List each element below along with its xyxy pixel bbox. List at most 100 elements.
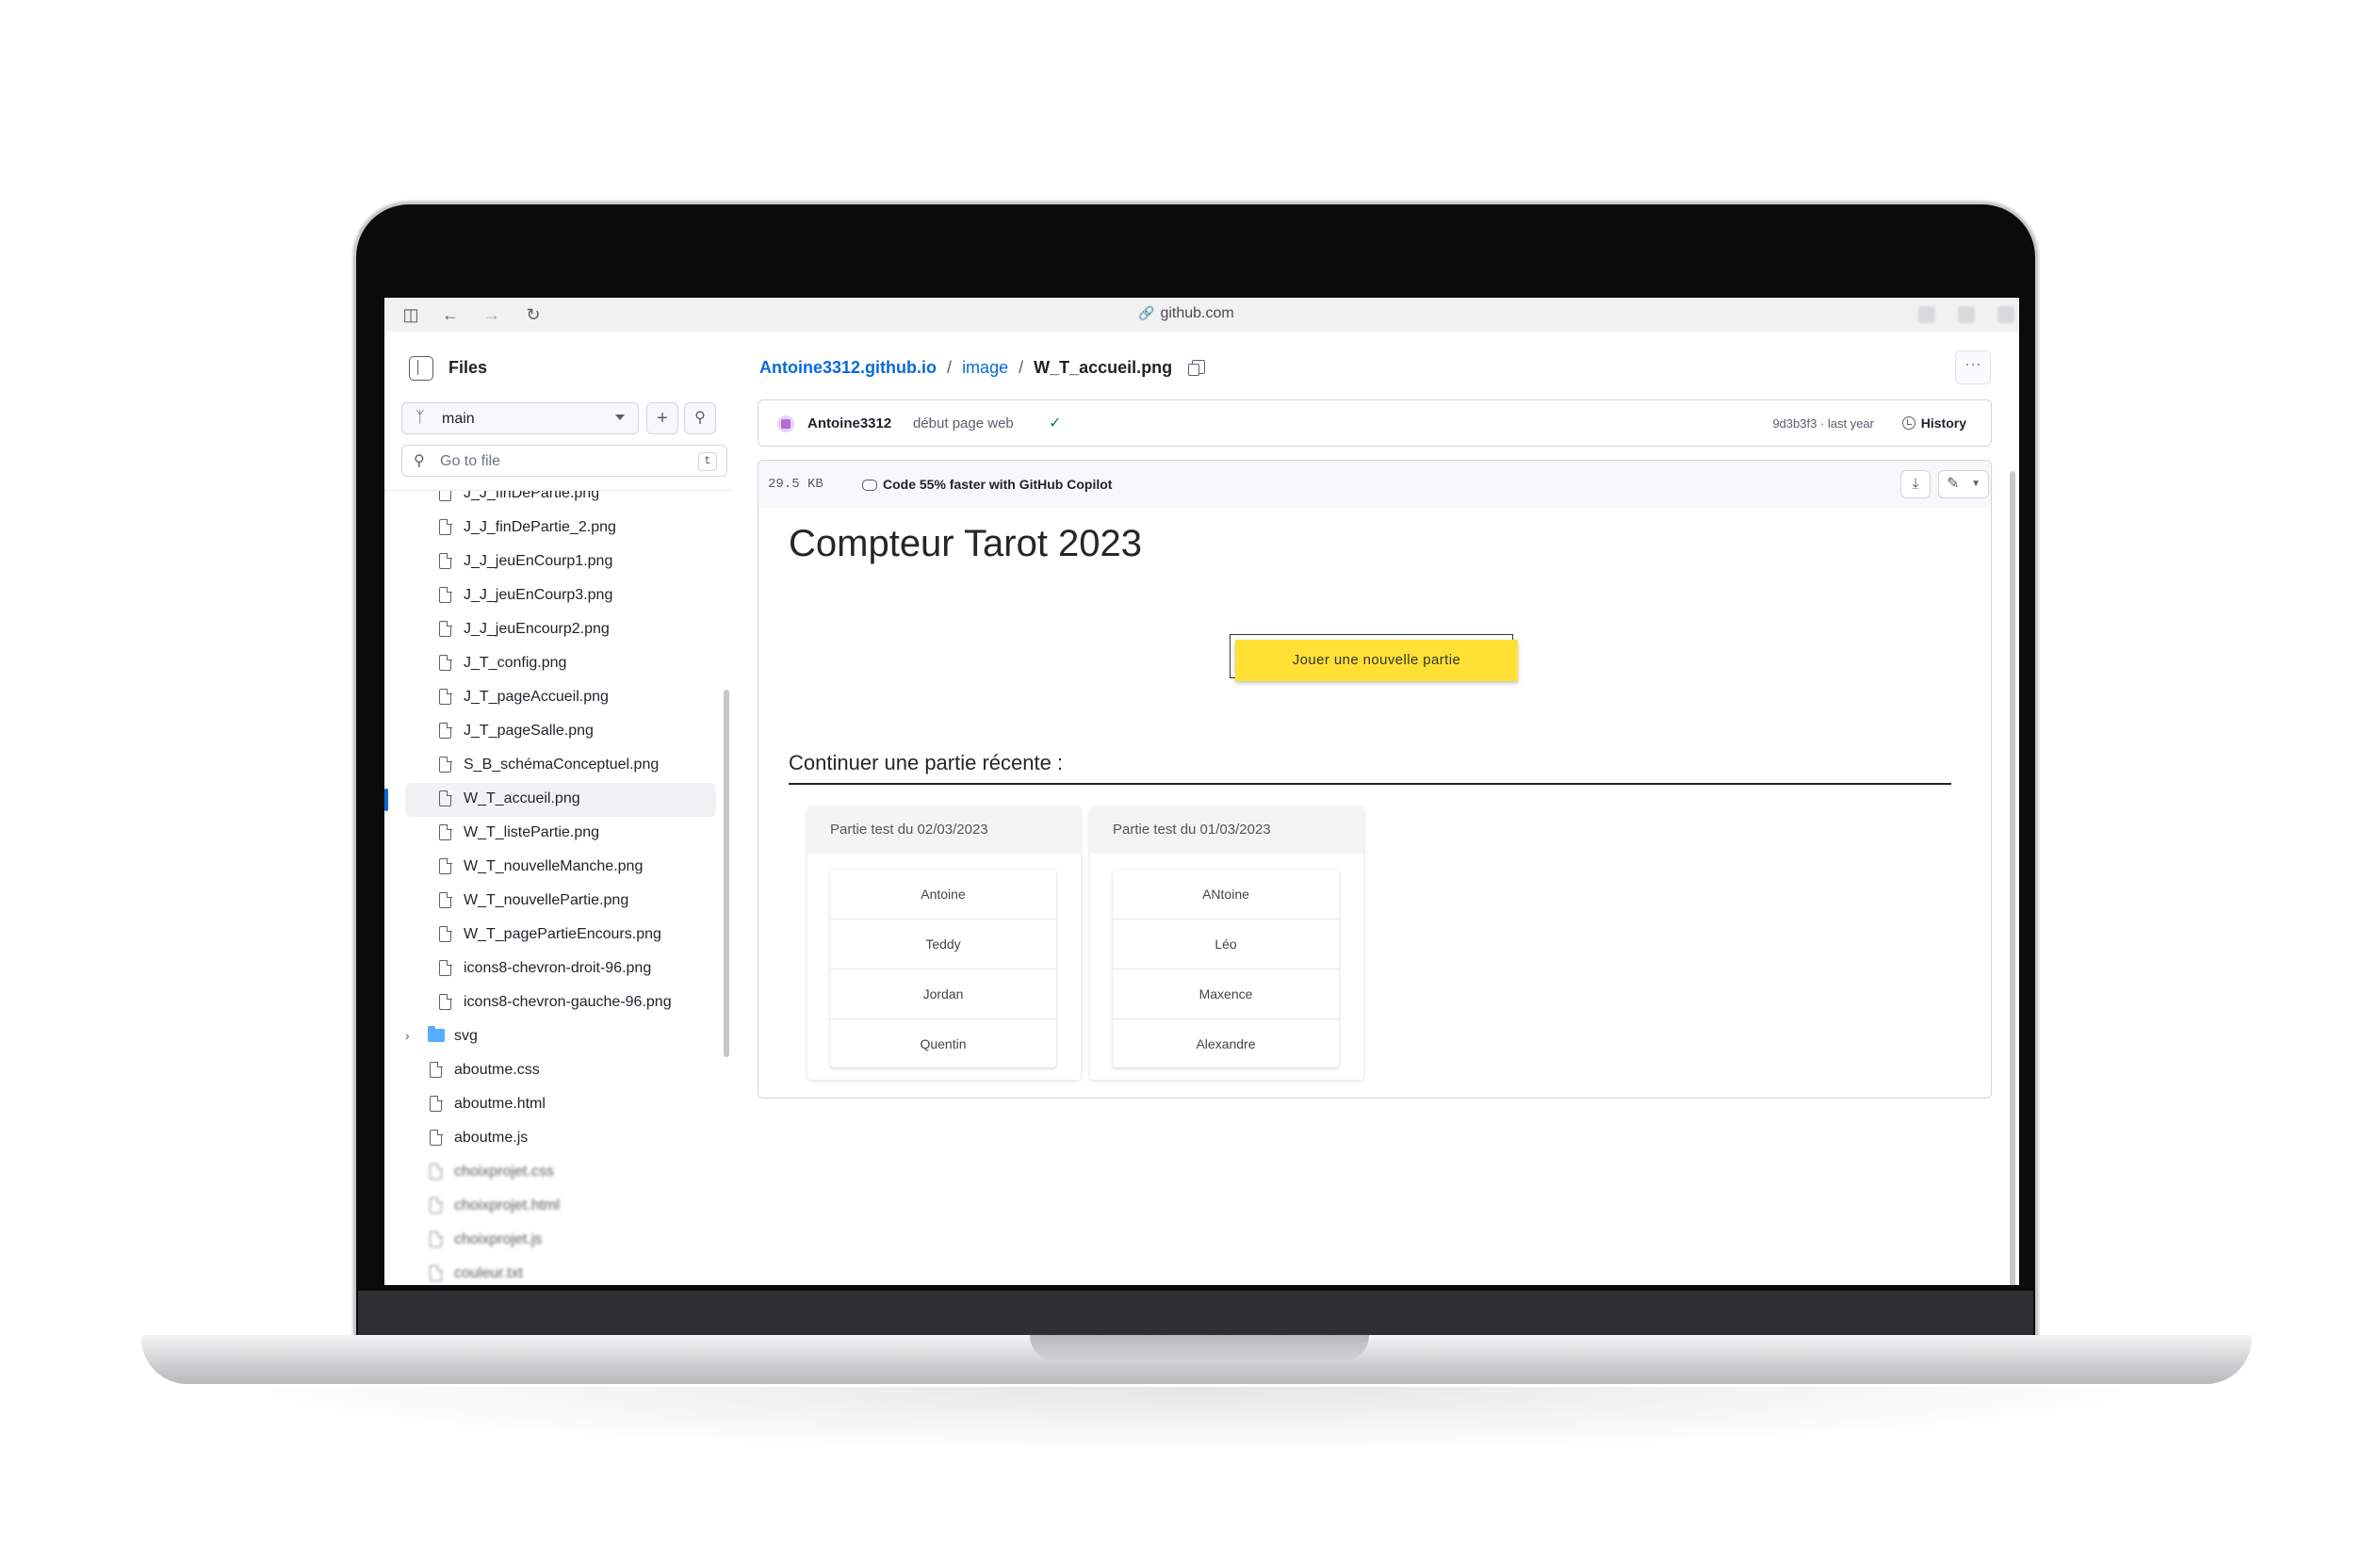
plus-icon: + xyxy=(657,408,668,429)
sidebar-toggle-icon[interactable]: ◫ xyxy=(399,303,422,326)
download-icon: ⤓ xyxy=(1912,476,1919,492)
file-icon xyxy=(439,688,452,705)
file-name: W_T_listePartie.png xyxy=(464,824,600,840)
chevron-down-icon xyxy=(615,415,625,420)
chevron-down-icon[interactable]: ▼ xyxy=(1971,471,1981,497)
page-scrollbar[interactable] xyxy=(2010,471,2015,1285)
file-icon xyxy=(439,620,452,637)
reload-icon[interactable]: ↻ xyxy=(522,303,545,326)
player-name: Antoine xyxy=(830,870,1056,920)
chevron-right-icon[interactable]: › xyxy=(405,1028,410,1043)
breadcrumb-folder-link[interactable]: image xyxy=(962,358,1008,377)
file-name: icons8-chevron-droit-96.png xyxy=(464,960,652,976)
sidebar-title: Files xyxy=(448,358,488,377)
sidebar-scrollbar[interactable] xyxy=(724,690,729,1057)
history-button[interactable]: History xyxy=(1901,415,1966,431)
file-item[interactable]: J_T_config.png xyxy=(384,647,733,681)
breadcrumb-separator: / xyxy=(1019,358,1024,377)
file-name: J_T_pageSalle.png xyxy=(464,723,594,739)
toolbar-tabs-icon[interactable] xyxy=(1997,306,2014,323)
folder-item[interactable]: › svg xyxy=(384,1020,733,1054)
file-name: choixprojet.html xyxy=(454,1197,561,1213)
player-name: Maxence xyxy=(1113,969,1339,1019)
address-bar[interactable]: 🔗 github.com xyxy=(1138,305,1234,322)
ellipsis-icon: ⋯ xyxy=(1964,355,1981,374)
pencil-icon: ✎ xyxy=(1947,476,1960,492)
latest-commit-bar: Antoine3312 début page web ✓ 9d3b3f3 · l… xyxy=(758,399,1992,447)
player-name: Quentin xyxy=(920,1036,967,1051)
search-icon: ⚲ xyxy=(694,410,706,426)
player-name: Léo xyxy=(1113,920,1339,969)
edit-button[interactable]: ✎ ▼ xyxy=(1938,470,1989,498)
file-item[interactable]: J_T_pageAccueil.png xyxy=(384,681,733,715)
file-item[interactable]: J_J_jeuEncourp2.png xyxy=(384,613,733,647)
file-icon xyxy=(439,552,452,569)
forward-icon[interactable]: → xyxy=(481,303,503,326)
file-name: aboutme.html xyxy=(454,1096,546,1112)
back-icon[interactable]: ← xyxy=(439,303,462,326)
go-to-file-input[interactable]: ⚲ Go to file t xyxy=(401,445,727,477)
file-item[interactable]: W_T_accueil.png xyxy=(384,783,716,817)
file-item[interactable]: icons8-chevron-gauche-96.png xyxy=(384,986,733,1020)
file-icon xyxy=(439,891,452,908)
file-name: J_J_jeuEncourp2.png xyxy=(464,621,610,637)
file-item[interactable]: choixprojet.html xyxy=(384,1190,733,1224)
commit-author[interactable]: Antoine3312 xyxy=(807,415,891,431)
file-icon xyxy=(430,1129,443,1146)
file-item[interactable]: aboutme.css xyxy=(384,1054,733,1088)
branch-selector[interactable]: ᛉ main xyxy=(401,402,639,434)
file-item[interactable]: aboutme.html xyxy=(384,1088,733,1122)
file-icon xyxy=(439,790,452,806)
file-name: J_J_jeuEnCourp1.png xyxy=(464,553,613,569)
file-icon xyxy=(430,1163,443,1180)
file-item[interactable]: W_T_nouvelleManche.png xyxy=(384,851,733,885)
copilot-promo[interactable]: Code 55% faster with GitHub Copilot xyxy=(862,477,1112,492)
file-icon xyxy=(430,1061,443,1078)
file-icon xyxy=(439,925,452,942)
player-name: Teddy xyxy=(830,920,1056,969)
commit-message[interactable]: début page web xyxy=(913,415,1014,431)
collapse-panel-icon[interactable] xyxy=(409,356,433,381)
toolbar-extension-icon[interactable] xyxy=(1918,306,1935,323)
file-item[interactable]: W_T_listePartie.png xyxy=(384,817,733,851)
file-name: S_B_schémaConceptuel.png xyxy=(464,757,660,773)
file-item[interactable]: J_J_jeuEnCourp1.png xyxy=(384,545,733,579)
file-item[interactable]: J_J_finDePartie.png xyxy=(384,491,733,512)
breadcrumb-separator: / xyxy=(947,358,953,377)
download-button[interactable]: ⤓ xyxy=(1900,470,1931,498)
file-item[interactable]: choixprojet.css xyxy=(384,1156,733,1190)
file-item[interactable]: choixprojet.js xyxy=(384,1224,733,1258)
more-options-button[interactable]: ⋯ xyxy=(1955,350,1991,384)
breadcrumb-repo-link[interactable]: Antoine3312.github.io xyxy=(759,358,937,377)
file-icon xyxy=(439,857,452,874)
file-item[interactable]: W_T_pagePartieEncours.png xyxy=(384,919,733,952)
toolbar-share-icon[interactable] xyxy=(1958,306,1975,323)
file-tree-sidebar: Files ᛉ main + ⚲ ⚲ Go to file t J_J_finD… xyxy=(384,332,742,1285)
player-list: ANtoine Léo Maxence Alexandre xyxy=(1113,870,1339,1067)
file-item[interactable]: icons8-chevron-droit-96.png xyxy=(384,952,733,986)
file-name: aboutme.js xyxy=(454,1130,529,1146)
file-item[interactable]: J_T_pageSalle.png xyxy=(384,715,733,749)
browser-toolbar: ◫ ← → ↻ 🔗 github.com xyxy=(384,298,2019,333)
laptop-notch xyxy=(1030,1335,1369,1361)
commit-hash-time[interactable]: 9d3b3f3 · last year xyxy=(1772,416,1874,431)
file-item[interactable]: aboutme.js xyxy=(384,1122,733,1156)
breadcrumb: Antoine3312.github.io / image / W_T_accu… xyxy=(759,358,1206,378)
file-view: Antoine3312.github.io / image / W_T_accu… xyxy=(741,332,2019,1285)
copilot-text: Code 55% faster with GitHub Copilot xyxy=(883,477,1113,492)
new-game-button: Jouer une nouvelle partie xyxy=(1235,640,1518,681)
player-name: Alexandre xyxy=(1196,1036,1256,1051)
file-item[interactable]: J_J_jeuEnCourp3.png xyxy=(384,579,733,613)
file-item[interactable]: couleur.txt xyxy=(384,1258,733,1285)
copy-path-icon[interactable] xyxy=(1188,360,1206,376)
laptop-shadow xyxy=(198,1387,2195,1453)
add-file-button[interactable]: + xyxy=(646,402,678,434)
file-name: choixprojet.js xyxy=(454,1231,543,1247)
file-item[interactable]: S_B_schémaConceptuel.png xyxy=(384,749,733,783)
search-button[interactable]: ⚲ xyxy=(684,402,716,434)
file-name: J_J_jeuEnCourp3.png xyxy=(464,587,613,603)
file-item[interactable]: W_T_nouvellePartie.png xyxy=(384,885,733,919)
avatar[interactable] xyxy=(777,415,794,432)
screen: ◫ ← → ↻ 🔗 github.com Files ᛉ main + ⚲ ⚲ G… xyxy=(384,298,2019,1285)
file-item[interactable]: J_J_finDePartie_2.png xyxy=(384,512,733,545)
